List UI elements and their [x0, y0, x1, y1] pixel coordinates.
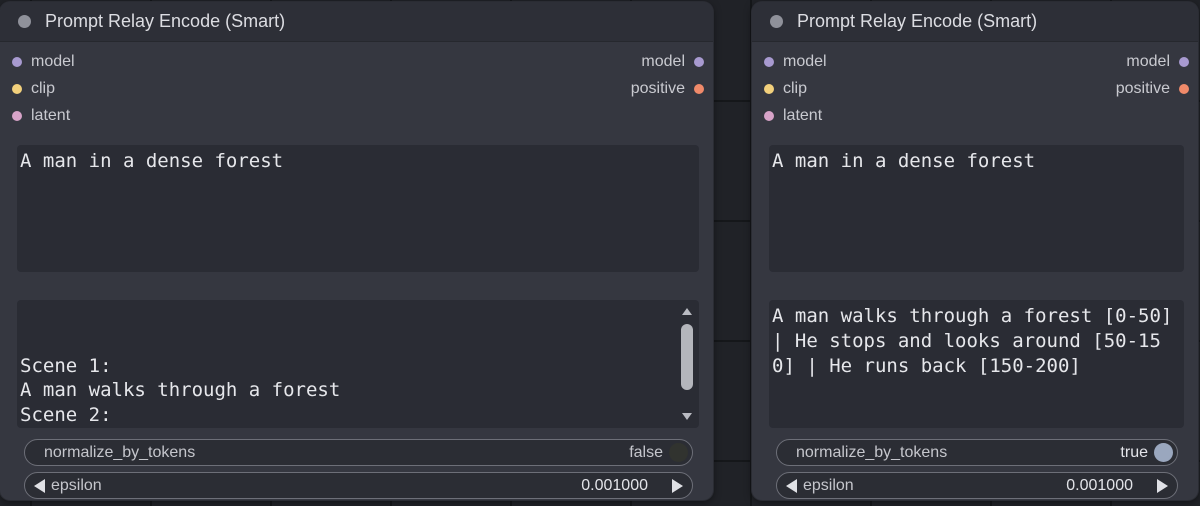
slot-label: latent — [783, 107, 823, 124]
toggle-knob-icon[interactable] — [1154, 443, 1173, 462]
input-slot-model[interactable]: model — [12, 52, 75, 72]
input-slot-clip[interactable]: clip — [764, 79, 807, 99]
slot-dot-icon[interactable] — [1179, 57, 1189, 67]
widget-label: epsilon — [51, 476, 102, 494]
slot-label: model — [31, 53, 75, 70]
toggle-knob-icon[interactable] — [669, 443, 688, 462]
node-title: Prompt Relay Encode (Smart) — [45, 11, 286, 31]
textarea-scrollbar[interactable] — [679, 300, 695, 428]
increment-arrow-icon[interactable] — [672, 478, 683, 493]
slot-dot-icon[interactable] — [764, 57, 774, 67]
decrement-arrow-icon[interactable] — [786, 478, 797, 493]
input-slot-model[interactable]: model — [764, 52, 827, 72]
slot-dot-icon[interactable] — [12, 111, 22, 121]
decrement-arrow-icon[interactable] — [34, 478, 45, 493]
widget-value[interactable]: 0.001000 — [581, 477, 648, 495]
graph-canvas[interactable]: Prompt Relay Encode (Smart) model clip l… — [0, 0, 1200, 506]
normalize-by-tokens-toggle[interactable]: normalize_by_tokens false — [24, 439, 693, 466]
collapse-dot-icon[interactable] — [770, 15, 783, 28]
collapse-dot-icon[interactable] — [18, 15, 31, 28]
slot-label: model — [783, 53, 827, 70]
widget-value: true — [1120, 443, 1148, 461]
widget-label: normalize_by_tokens — [44, 443, 196, 461]
slot-label: model — [641, 53, 685, 70]
node-titlebar[interactable]: Prompt Relay Encode (Smart) — [752, 2, 1198, 42]
input-slot-clip[interactable]: clip — [12, 79, 55, 99]
widget-label: normalize_by_tokens — [796, 443, 948, 461]
output-slot-positive[interactable]: positive — [1116, 79, 1189, 99]
input-slot-latent[interactable]: latent — [764, 106, 822, 126]
epsilon-number-widget[interactable]: epsilon 0.001000 — [24, 472, 693, 499]
slot-label: model — [1126, 53, 1170, 70]
increment-arrow-icon[interactable] — [1157, 478, 1168, 493]
global-prompt-textarea[interactable]: A man in a dense forest — [17, 145, 699, 272]
slot-dot-icon[interactable] — [12, 84, 22, 94]
output-slot-model[interactable]: model — [1126, 52, 1189, 72]
slot-dot-icon[interactable] — [12, 57, 22, 67]
output-slot-positive[interactable]: positive — [631, 79, 704, 99]
output-slot-model[interactable]: model — [641, 52, 704, 72]
slot-dot-icon[interactable] — [694, 57, 704, 67]
scene-prompt-textarea[interactable]: A man walks through a forest [0-50] | He… — [769, 300, 1184, 428]
scroll-down-arrow-icon[interactable] — [682, 413, 692, 420]
scene-prompt-textarea[interactable]: Scene 1: A man walks through a forest Sc… — [17, 300, 699, 428]
node-titlebar[interactable]: Prompt Relay Encode (Smart) — [0, 2, 713, 42]
slot-label: latent — [31, 107, 71, 124]
slot-dot-icon[interactable] — [764, 84, 774, 94]
prompt-relay-node-1[interactable]: Prompt Relay Encode (Smart) model clip l… — [0, 2, 713, 500]
epsilon-number-widget[interactable]: epsilon 0.001000 — [776, 472, 1178, 499]
normalize-by-tokens-toggle[interactable]: normalize_by_tokens true — [776, 439, 1178, 466]
scroll-up-arrow-icon[interactable] — [682, 308, 692, 315]
slot-dot-icon[interactable] — [1179, 84, 1189, 94]
scroll-thumb[interactable] — [681, 324, 693, 390]
widget-label: epsilon — [803, 476, 854, 494]
widget-value: false — [629, 443, 663, 461]
slot-label: clip — [783, 80, 808, 97]
slot-label: clip — [31, 80, 56, 97]
widget-value[interactable]: 0.001000 — [1066, 477, 1133, 495]
scene-prompt-text: Scene 1: A man walks through a forest Sc… — [20, 354, 341, 427]
input-slot-latent[interactable]: latent — [12, 106, 70, 126]
prompt-relay-node-2[interactable]: Prompt Relay Encode (Smart) model clip l… — [752, 2, 1198, 500]
slot-label: positive — [1115, 80, 1170, 97]
slot-dot-icon[interactable] — [694, 84, 704, 94]
node-slots: model clip latent model positive — [0, 42, 713, 138]
node-title: Prompt Relay Encode (Smart) — [797, 11, 1038, 31]
node-slots: model clip latent model positive — [752, 42, 1198, 138]
slot-label: positive — [630, 80, 685, 97]
global-prompt-textarea[interactable]: A man in a dense forest — [769, 145, 1184, 272]
slot-dot-icon[interactable] — [764, 111, 774, 121]
